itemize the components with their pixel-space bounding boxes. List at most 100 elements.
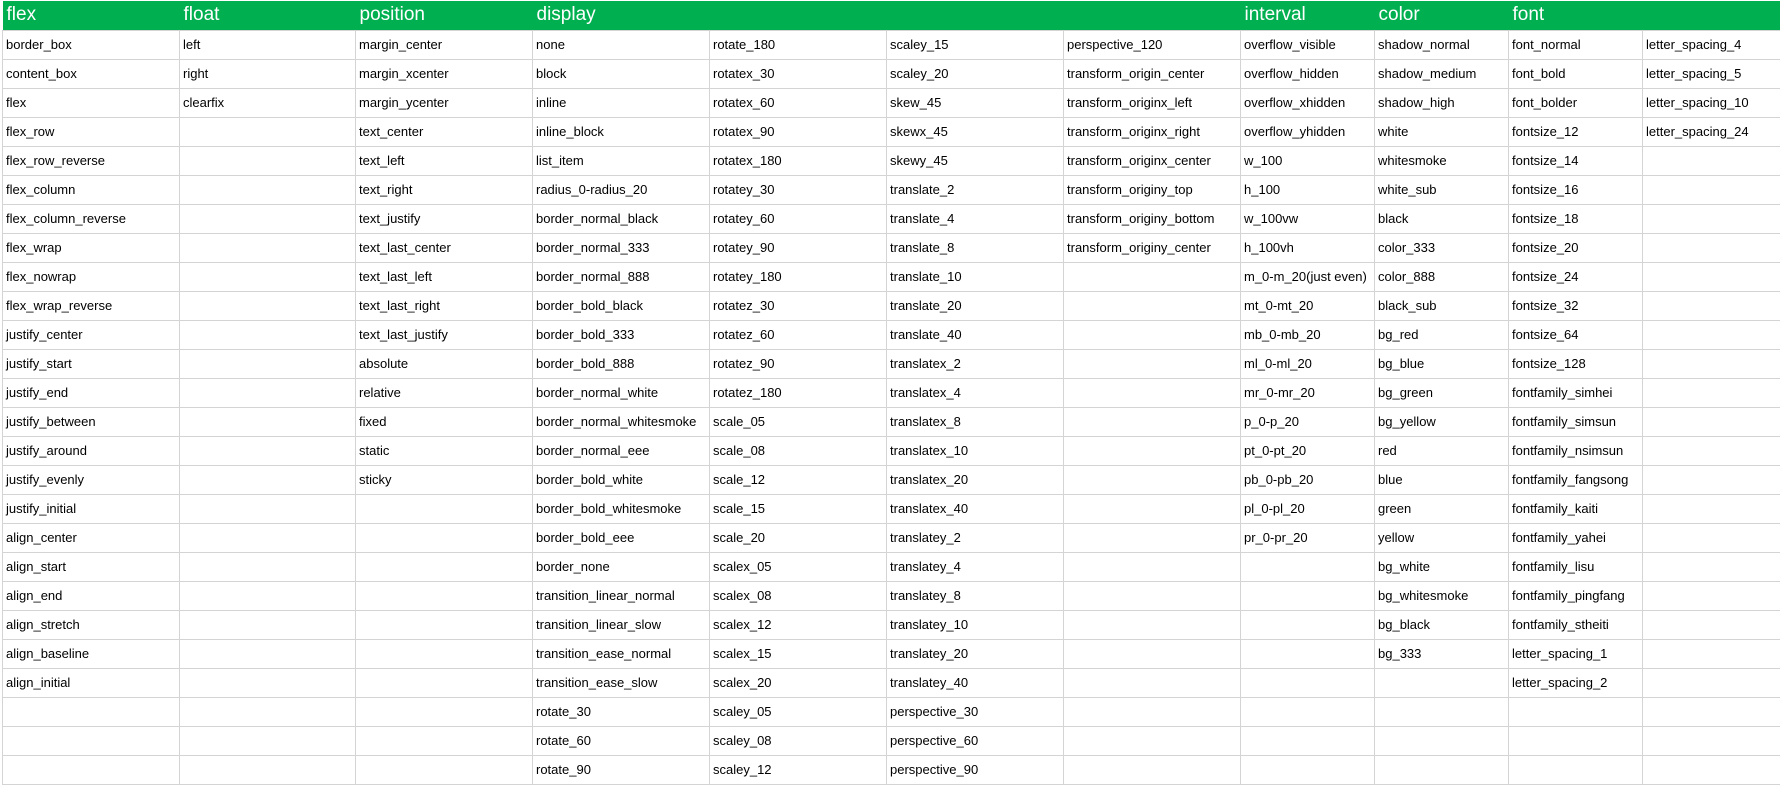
table-cell[interactable]: [1063, 377, 1241, 408]
table-cell[interactable]: letter_spacing_10: [1642, 87, 1780, 118]
table-cell[interactable]: [1240, 638, 1375, 669]
table-cell[interactable]: skewx_45: [886, 116, 1064, 147]
table-cell[interactable]: bg_blue: [1374, 348, 1509, 379]
table-cell[interactable]: text_left: [355, 145, 533, 176]
table-cell[interactable]: [1240, 725, 1375, 756]
table-cell[interactable]: border_none: [532, 551, 710, 582]
table-cell[interactable]: [1642, 377, 1780, 408]
table-cell[interactable]: border_normal_eee: [532, 435, 710, 466]
table-cell[interactable]: [1063, 580, 1241, 611]
table-cell[interactable]: absolute: [355, 348, 533, 379]
column-header[interactable]: font: [1508, 1, 1643, 30]
table-cell[interactable]: p_0-p_20: [1240, 406, 1375, 437]
table-cell[interactable]: [1642, 580, 1780, 611]
table-cell[interactable]: rotate_180: [709, 29, 887, 60]
table-cell[interactable]: transform_originy_bottom: [1063, 203, 1241, 234]
table-cell[interactable]: justify_initial: [2, 493, 180, 524]
table-cell[interactable]: rotatey_30: [709, 174, 887, 205]
table-cell[interactable]: shadow_high: [1374, 87, 1509, 118]
table-cell[interactable]: [179, 348, 356, 379]
table-cell[interactable]: right: [179, 58, 356, 89]
table-cell[interactable]: rotate_90: [532, 754, 710, 785]
column-header[interactable]: display: [532, 1, 710, 30]
table-cell[interactable]: [1642, 725, 1780, 756]
table-cell[interactable]: bg_333: [1374, 638, 1509, 669]
table-cell[interactable]: align_stretch: [2, 609, 180, 640]
table-cell[interactable]: bg_yellow: [1374, 406, 1509, 437]
table-cell[interactable]: inline_block: [532, 116, 710, 147]
table-cell[interactable]: [1240, 667, 1375, 698]
table-cell[interactable]: justify_start: [2, 348, 180, 379]
table-cell[interactable]: [1642, 464, 1780, 495]
table-cell[interactable]: h_100vh: [1240, 232, 1375, 263]
table-cell[interactable]: [1240, 696, 1375, 727]
table-cell[interactable]: transition_ease_normal: [532, 638, 710, 669]
table-cell[interactable]: color_333: [1374, 232, 1509, 263]
table-cell[interactable]: transform_originx_right: [1063, 116, 1241, 147]
table-cell[interactable]: [355, 609, 533, 640]
table-cell[interactable]: black: [1374, 203, 1509, 234]
table-cell[interactable]: rotatex_90: [709, 116, 887, 147]
table-cell[interactable]: [1063, 406, 1241, 437]
table-cell[interactable]: rotatey_60: [709, 203, 887, 234]
table-cell[interactable]: fontsize_14: [1508, 145, 1643, 176]
table-cell[interactable]: letter_spacing_24: [1642, 116, 1780, 147]
table-cell[interactable]: [1063, 522, 1241, 553]
table-cell[interactable]: [179, 464, 356, 495]
table-cell[interactable]: overflow_visible: [1240, 29, 1375, 60]
table-cell[interactable]: [1374, 754, 1509, 785]
table-cell[interactable]: [179, 145, 356, 176]
table-cell[interactable]: [355, 580, 533, 611]
table-cell[interactable]: [355, 522, 533, 553]
table-cell[interactable]: flex_column: [2, 174, 180, 205]
column-header[interactable]: [886, 1, 1064, 30]
table-cell[interactable]: relative: [355, 377, 533, 408]
table-cell[interactable]: [1642, 667, 1780, 698]
table-cell[interactable]: perspective_120: [1063, 29, 1241, 60]
table-cell[interactable]: pl_0-pl_20: [1240, 493, 1375, 524]
table-cell[interactable]: scaley_05: [709, 696, 887, 727]
table-cell[interactable]: [1240, 580, 1375, 611]
table-cell[interactable]: skew_45: [886, 87, 1064, 118]
table-cell[interactable]: translatex_4: [886, 377, 1064, 408]
table-cell[interactable]: translate_8: [886, 232, 1064, 263]
table-cell[interactable]: border_box: [2, 29, 180, 60]
table-cell[interactable]: [1642, 406, 1780, 437]
table-cell[interactable]: text_justify: [355, 203, 533, 234]
table-cell[interactable]: [1063, 290, 1241, 321]
table-cell[interactable]: [1063, 725, 1241, 756]
table-cell[interactable]: scale_05: [709, 406, 887, 437]
table-cell[interactable]: [1063, 464, 1241, 495]
table-cell[interactable]: [179, 406, 356, 437]
column-header[interactable]: color: [1374, 1, 1509, 30]
table-cell[interactable]: [1240, 754, 1375, 785]
table-cell[interactable]: color_888: [1374, 261, 1509, 292]
table-cell[interactable]: text_last_center: [355, 232, 533, 263]
table-cell[interactable]: [1642, 319, 1780, 350]
table-cell[interactable]: [1063, 319, 1241, 350]
table-cell[interactable]: none: [532, 29, 710, 60]
table-cell[interactable]: white: [1374, 116, 1509, 147]
table-cell[interactable]: fontsize_24: [1508, 261, 1643, 292]
table-cell[interactable]: overflow_xhidden: [1240, 87, 1375, 118]
table-cell[interactable]: text_last_left: [355, 261, 533, 292]
table-cell[interactable]: [1642, 145, 1780, 176]
table-cell[interactable]: pt_0-pt_20: [1240, 435, 1375, 466]
table-cell[interactable]: fontsize_16: [1508, 174, 1643, 205]
table-cell[interactable]: translatey_2: [886, 522, 1064, 553]
table-cell[interactable]: translate_20: [886, 290, 1064, 321]
table-cell[interactable]: [179, 435, 356, 466]
table-cell[interactable]: inline: [532, 87, 710, 118]
table-cell[interactable]: [179, 638, 356, 669]
table-cell[interactable]: border_normal_white: [532, 377, 710, 408]
table-cell[interactable]: scaley_15: [886, 29, 1064, 60]
table-cell[interactable]: mb_0-mb_20: [1240, 319, 1375, 350]
table-cell[interactable]: overflow_hidden: [1240, 58, 1375, 89]
table-cell[interactable]: [179, 116, 356, 147]
table-cell[interactable]: [179, 261, 356, 292]
table-cell[interactable]: [355, 696, 533, 727]
table-cell[interactable]: fontfamily_simhei: [1508, 377, 1643, 408]
table-cell[interactable]: translatey_20: [886, 638, 1064, 669]
table-cell[interactable]: flex: [2, 87, 180, 118]
column-header[interactable]: flex: [2, 1, 180, 30]
